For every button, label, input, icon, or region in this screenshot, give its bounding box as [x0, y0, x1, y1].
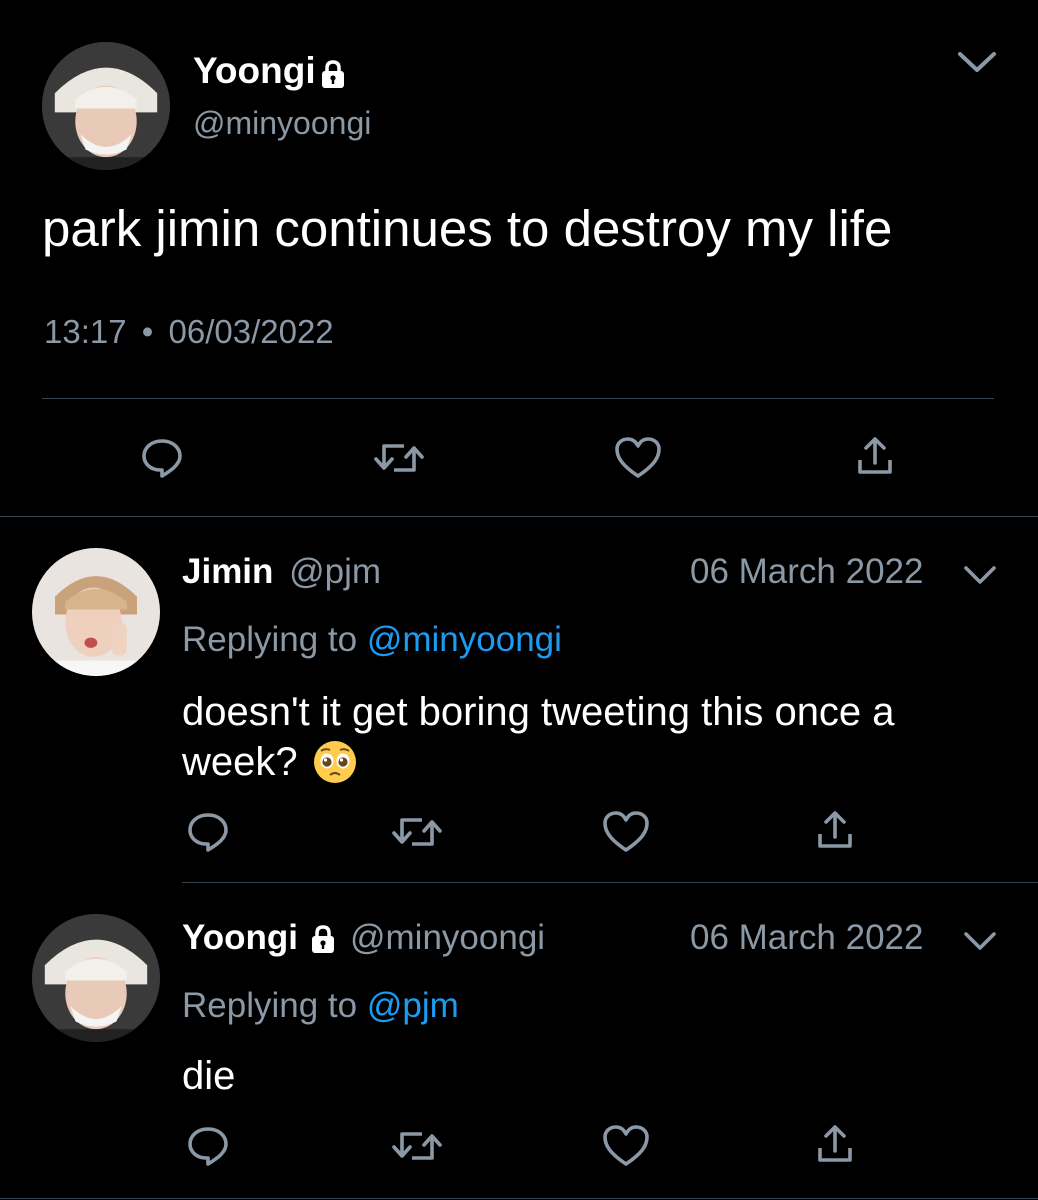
- retweet-icon[interactable]: [390, 812, 444, 852]
- avatar[interactable]: [32, 914, 160, 1042]
- reply-text-line1: doesn't it get boring tweeting this once…: [182, 690, 895, 734]
- tweet-timestamp: 13:17 • 06/03/2022: [44, 312, 334, 352]
- author-name[interactable]: Jimin: [182, 552, 273, 591]
- lock-icon: [310, 923, 336, 953]
- avatar[interactable]: [42, 42, 170, 170]
- pleading-face-emoji: [312, 739, 358, 785]
- replying-to-prefix: Replying to: [182, 620, 358, 659]
- tweet-text: park jimin continues to destroy my life: [42, 200, 893, 257]
- avatar[interactable]: [32, 548, 160, 676]
- reply-text-line1: die: [182, 1054, 236, 1098]
- timestamp-separator: •: [141, 313, 154, 350]
- author-handle[interactable]: @minyoongi: [193, 104, 371, 142]
- chevron-down-icon[interactable]: [962, 929, 998, 953]
- reply-date: 06 March 2022: [690, 918, 924, 957]
- replying-to-prefix: Replying to: [182, 986, 358, 1025]
- reply-date: 06 March 2022: [690, 552, 924, 591]
- author-name[interactable]: Yoongi: [182, 918, 298, 958]
- reply-icon[interactable]: [186, 810, 230, 854]
- author-name[interactable]: Yoongi: [193, 50, 346, 92]
- chevron-down-icon[interactable]: [962, 563, 998, 587]
- retweet-icon[interactable]: [390, 1126, 444, 1166]
- lock-icon: [320, 56, 346, 88]
- reply-header: Jimin @pjm: [182, 552, 381, 592]
- tweet-time: 13:17: [44, 313, 127, 350]
- replying-to-handle[interactable]: @pjm: [367, 986, 459, 1025]
- reply-icon[interactable]: [140, 436, 184, 480]
- heart-icon[interactable]: [602, 810, 650, 854]
- divider: [0, 516, 1038, 517]
- reply-text-word: week?: [182, 740, 298, 784]
- share-icon[interactable]: [856, 436, 894, 476]
- divider: [42, 398, 994, 399]
- tweet-date: 06/03/2022: [168, 313, 334, 350]
- heart-icon[interactable]: [602, 1124, 650, 1168]
- reply-icon[interactable]: [186, 1124, 230, 1168]
- divider: [182, 882, 1038, 883]
- divider: [0, 1198, 1038, 1199]
- author-name-text[interactable]: Yoongi: [193, 50, 316, 92]
- replying-to-handle[interactable]: @minyoongi: [367, 620, 562, 659]
- reply-header: Yoongi @minyoongi: [182, 918, 545, 958]
- reply-text-line2: week?: [182, 738, 358, 786]
- replying-to: Replying to @minyoongi: [182, 620, 562, 660]
- author-handle[interactable]: @minyoongi: [350, 918, 545, 958]
- share-icon[interactable]: [816, 810, 854, 850]
- retweet-icon[interactable]: [372, 438, 426, 478]
- author-handle[interactable]: @pjm: [289, 552, 381, 591]
- chevron-down-icon[interactable]: [956, 48, 998, 76]
- heart-icon[interactable]: [614, 436, 662, 480]
- replying-to: Replying to @pjm: [182, 986, 459, 1026]
- share-icon[interactable]: [816, 1124, 854, 1164]
